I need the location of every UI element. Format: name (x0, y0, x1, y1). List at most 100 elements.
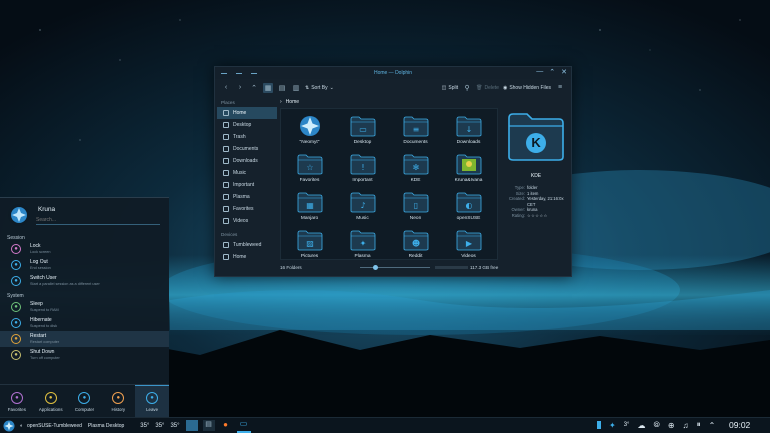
taskbar: ◐ openSUSE-Tumbleweed Plasma Desktop 35° 3… (0, 417, 770, 433)
breadcrumb-home[interactable]: Home (286, 99, 299, 105)
folder-grid: "Neomyt" ▭ Desktop ≡ Documents ↓ Downloads ☆ Fav… (280, 108, 498, 260)
folder-item[interactable]: "Neomyt" (283, 111, 336, 149)
network-icon[interactable]: ⊕ (668, 421, 675, 430)
info-value[interactable]: ☆☆☆☆☆ (527, 213, 569, 219)
folder-item[interactable]: ✦ Plasma (336, 225, 389, 263)
search-icon[interactable]: ⚲ (462, 83, 472, 93)
sidebar-item-trash[interactable]: Trash (217, 131, 277, 143)
sidebar-item-downloads[interactable]: Downloads (217, 155, 277, 167)
clipboard-icon[interactable]: ⦾ (653, 420, 659, 430)
folder-item[interactable]: ▭ Desktop (336, 111, 389, 149)
folder-item[interactable]: ☻ Reddit (389, 225, 442, 263)
media-icon[interactable]: ⏸ (697, 420, 701, 430)
sidebar-item-important[interactable]: Important (217, 179, 277, 191)
sidebar-item-favorites[interactable]: Favorites (217, 203, 277, 215)
clock[interactable]: 09:02 (729, 420, 750, 430)
temperature-monitor[interactable]: 35° (140, 423, 149, 429)
dolphin-task-icon[interactable]: ▭ (236, 419, 251, 433)
launcher-item-lock[interactable]: ● Lock Lock screen (0, 241, 169, 257)
search-input[interactable] (36, 215, 160, 225)
split-button[interactable]: ◫ Split (442, 85, 458, 91)
hamburger-menu-icon[interactable]: ≡ (555, 83, 565, 93)
sidebar-device-home[interactable]: Home (217, 251, 277, 263)
activity-icon: ◐ (20, 422, 24, 429)
folder-item[interactable]: ✻ KDE (389, 149, 442, 187)
kde-folder-preview-icon: K (508, 113, 564, 161)
details-view-icon[interactable]: ▥ (291, 83, 301, 93)
lock-icon: ● (11, 244, 21, 254)
tab-computer[interactable]: ● Computer (68, 385, 102, 418)
firefox-icon[interactable]: ● (220, 420, 232, 431)
breadcrumb[interactable]: › Home (278, 97, 500, 106)
kde-connect-icon[interactable]: ✦ (609, 421, 616, 430)
delete-button[interactable]: 🗑 Delete (476, 85, 499, 91)
status-bar: 16 Folders 117.3 GB free (280, 263, 498, 272)
sort-by-button[interactable]: ⇅ Sort By ⌄ (305, 85, 334, 91)
info-key: Created: (508, 196, 525, 201)
sidebar-item-desktop[interactable]: Desktop (217, 119, 277, 131)
tab-applications[interactable]: ● Applications (34, 385, 68, 418)
zoom-slider-handle[interactable] (373, 265, 378, 270)
svg-text:▶: ▶ (465, 239, 472, 248)
sidebar-item-documents[interactable]: Documents (217, 143, 277, 155)
close-icon[interactable]: ✕ (561, 68, 567, 76)
tab-favorites[interactable]: ● Favorites (0, 385, 34, 418)
activity-switcher[interactable]: ◐ openSUSE-Tumbleweed (20, 418, 82, 433)
svg-text:♪: ♪ (360, 201, 365, 210)
folder-item[interactable]: ▯ Neon (389, 187, 442, 225)
desktop-label[interactable]: Plasma Desktop (88, 418, 124, 433)
icons-view-icon[interactable]: ▦ (263, 82, 273, 93)
sidebar-device-tumbleweed[interactable]: Tumbleweed (217, 239, 277, 251)
eye-icon: ◉ (502, 84, 508, 91)
tray-expand-icon[interactable]: ⌃ (709, 421, 716, 430)
pager-desktop-1[interactable] (185, 420, 198, 431)
launcher-item-hibernate[interactable]: ● Hibernate Suspend to disk (0, 315, 169, 331)
temperature-monitor[interactable]: 35° (170, 423, 179, 429)
tab-history[interactable]: ● History (101, 385, 135, 418)
folder-icon: ◐ (456, 192, 481, 213)
zoom-slider[interactable] (360, 265, 430, 270)
avatar[interactable] (8, 204, 30, 226)
folder-item[interactable]: Kruna&Ivana (442, 149, 495, 187)
folder-item[interactable]: ↓ Downloads (442, 111, 495, 149)
folder-item[interactable]: ! Important (336, 149, 389, 187)
launcher-item-sleep[interactable]: ● Sleep Suspend to RAM (0, 299, 169, 315)
launcher-item-subtitle: End session (30, 266, 51, 270)
sidebar-item-music[interactable]: Music (217, 167, 277, 179)
folder-item[interactable]: ▨ Pictures (283, 225, 336, 263)
folder-item[interactable]: ▶ Videos (442, 225, 495, 263)
folder-item[interactable]: ☆ Favorites (283, 149, 336, 187)
terminal-icon[interactable]: ▤ (202, 420, 215, 431)
switch-user-icon: ● (11, 276, 21, 286)
back-icon[interactable]: ‹ (221, 83, 231, 93)
folder-item[interactable]: ≡ Documents (389, 111, 442, 149)
svg-text:◐: ◐ (465, 201, 472, 210)
launcher-button[interactable] (0, 418, 18, 433)
launcher-item-shut-down[interactable]: ● Shut Down Turn off computer (0, 347, 169, 363)
up-icon[interactable]: ⌃ (249, 83, 259, 93)
folder-item[interactable]: ♪ Music (336, 187, 389, 225)
show-hidden-button[interactable]: ◉ Show Hidden Files (503, 85, 551, 91)
sidebar-item-videos[interactable]: Videos (217, 215, 277, 227)
tab-leave[interactable]: ● Leave (135, 385, 169, 418)
launcher-tabs: ● Favorites ● Applications ● Computer ● History… (0, 384, 169, 418)
sidebar-item-home[interactable]: Home (217, 107, 277, 119)
minimize-icon[interactable]: — (536, 68, 543, 76)
title-bar[interactable]: Home — Dolphin — ⌃ ✕ (215, 67, 571, 79)
sidebar-item-plasma[interactable]: Plasma (217, 191, 277, 203)
launcher-item-log-out[interactable]: ● Log Out End session (0, 257, 169, 273)
folder-item[interactable]: ▦ Manjaro (283, 187, 336, 225)
launcher-item-title: Log Out (30, 259, 48, 265)
notifications-icon[interactable]: ♫ (683, 421, 689, 430)
forward-icon[interactable]: › (235, 83, 245, 93)
activity-label: openSUSE-Tumbleweed (27, 422, 82, 429)
weather-icon[interactable]: ☁ (637, 421, 645, 430)
weather-temp[interactable]: 3° (624, 422, 630, 428)
folder-item[interactable]: ◐ openSUSE (442, 187, 495, 225)
launcher-item-switch-user[interactable]: ● Switch User Start a parallel session as … (0, 273, 169, 289)
maximize-icon[interactable]: ⌃ (549, 68, 555, 76)
temperature-monitor[interactable]: 35° (155, 423, 164, 429)
compact-view-icon[interactable]: ▤ (277, 83, 287, 93)
launcher-item-restart[interactable]: ● Restart Restart computer (0, 331, 169, 347)
computer-icon: ● (78, 391, 91, 404)
